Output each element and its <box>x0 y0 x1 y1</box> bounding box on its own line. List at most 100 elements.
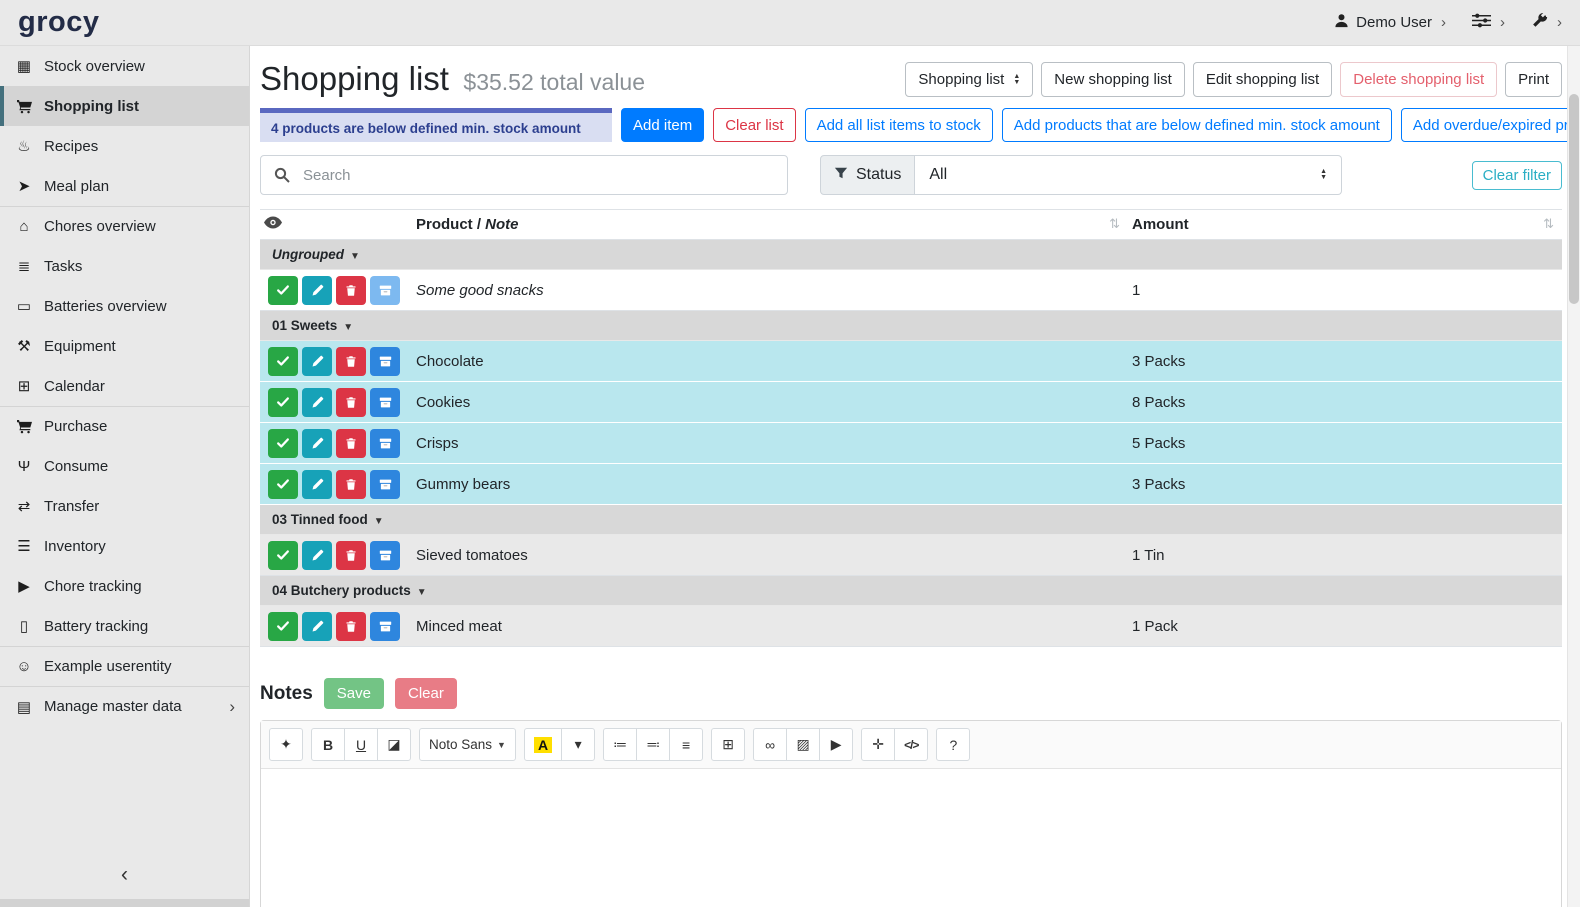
sidebar-item-chore-tracking[interactable]: ▶Chore tracking <box>0 566 249 606</box>
notes-clear-button[interactable]: Clear <box>395 678 457 709</box>
highlight-color-button[interactable]: A <box>524 728 562 761</box>
add-overdue-button[interactable]: Add overdue/expired products <box>1401 108 1580 142</box>
paragraph-align-button[interactable]: ≡ <box>669 728 703 761</box>
delete-button[interactable] <box>336 347 366 376</box>
settings-menu[interactable]: › <box>1472 13 1505 32</box>
done-button[interactable] <box>268 429 298 458</box>
product-group-header[interactable]: 03 Tinned food▼ <box>260 505 1562 535</box>
delete-button[interactable] <box>336 541 366 570</box>
delete-button[interactable] <box>336 612 366 641</box>
delete-button[interactable] <box>336 388 366 417</box>
sidebar-item-stock-overview[interactable]: ▦Stock overview <box>0 46 249 86</box>
edit-button[interactable] <box>302 429 332 458</box>
sidebar-item-calendar[interactable]: ⊞Calendar <box>0 366 249 406</box>
help-button[interactable]: ? <box>936 728 970 761</box>
code-button[interactable]: </> <box>894 728 928 761</box>
sidebar-item-transfer[interactable]: ⇄Transfer <box>0 486 249 526</box>
insert-table-button[interactable]: ⊞ <box>711 728 745 761</box>
notes-save-button[interactable]: Save <box>324 678 384 709</box>
eye-icon <box>264 216 282 233</box>
clear-formatting-button[interactable]: ◪ <box>377 728 411 761</box>
chevron-right-icon: › <box>229 697 235 717</box>
caret-down-icon: ▼ <box>343 322 353 333</box>
sort-icon[interactable]: ⇅ <box>1109 216 1120 232</box>
sidebar-item-recipes[interactable]: ♨Recipes <box>0 126 249 166</box>
add-to-stock-button[interactable] <box>370 276 400 305</box>
clear-list-button[interactable]: Clear list <box>713 108 795 142</box>
sidebar-item-manage-master-data[interactable]: ▤Manage master data› <box>0 686 249 726</box>
product-group-header[interactable]: Ungrouped▼ <box>260 240 1562 270</box>
sidebar-item-consume[interactable]: ΨConsume <box>0 446 249 486</box>
add-to-stock-button[interactable] <box>370 612 400 641</box>
product-group-header[interactable]: 04 Butchery products▼ <box>260 576 1562 606</box>
amount-column-header[interactable]: Amount ⇅ <box>1128 210 1562 240</box>
underline-button[interactable]: U <box>344 728 378 761</box>
delete-shopping-list-button[interactable]: Delete shopping list <box>1340 62 1497 97</box>
sidebar-item-battery-tracking[interactable]: ▯Battery tracking <box>0 606 249 646</box>
done-button[interactable] <box>268 276 298 305</box>
font-name-button[interactable]: Noto Sans▼ <box>419 728 516 761</box>
video-button[interactable]: ▶ <box>819 728 853 761</box>
sidebar-item-meal-plan[interactable]: ➤Meal plan <box>0 166 249 206</box>
product-group-header[interactable]: 01 Sweets▼ <box>260 311 1562 341</box>
product-column-header[interactable]: Product / Note ⇅ <box>412 210 1128 240</box>
add-item-button[interactable]: Add item <box>621 108 704 142</box>
sidebar-item-purchase[interactable]: Purchase <box>0 406 249 446</box>
edit-button[interactable] <box>302 388 332 417</box>
edit-button[interactable] <box>302 276 332 305</box>
sidebar-item-batteries-overview[interactable]: ▭Batteries overview <box>0 286 249 326</box>
add-to-stock-button[interactable] <box>370 347 400 376</box>
sidebar-item-shopping-list[interactable]: Shopping list <box>0 86 249 126</box>
scrollbar-thumb[interactable] <box>1569 94 1579 304</box>
add-to-stock-button[interactable] <box>370 470 400 499</box>
add-to-stock-button[interactable] <box>370 541 400 570</box>
delete-button[interactable] <box>336 276 366 305</box>
sidebar-item-chores-overview[interactable]: ⌂Chores overview <box>0 206 249 246</box>
link-button[interactable]: ∞ <box>753 728 787 761</box>
ordered-list-button[interactable]: ≕ <box>636 728 670 761</box>
new-shopping-list-button[interactable]: New shopping list <box>1041 62 1185 97</box>
unordered-list-button[interactable]: ≔ <box>603 728 637 761</box>
bold-button[interactable]: B <box>311 728 345 761</box>
status-filter-select[interactable]: All ▲▼ <box>915 155 1342 195</box>
done-button[interactable] <box>268 612 298 641</box>
picture-button[interactable]: ▨ <box>786 728 820 761</box>
sidebar: ▦Stock overviewShopping list♨Recipes➤Mea… <box>0 46 250 907</box>
color-caret-button[interactable]: ▾ <box>561 728 595 761</box>
edit-button[interactable] <box>302 541 332 570</box>
search-input[interactable] <box>303 156 787 194</box>
sidebar-item-example-userentity[interactable]: ☺Example userentity <box>0 646 249 686</box>
delete-button[interactable] <box>336 470 366 499</box>
trash-icon <box>345 620 357 633</box>
fullscreen-button[interactable]: ✛ <box>861 728 895 761</box>
done-button[interactable] <box>268 347 298 376</box>
user-menu[interactable]: Demo User › <box>1334 13 1446 32</box>
sidebar-item-equipment[interactable]: ⚒Equipment <box>0 326 249 366</box>
group-name: 04 Butchery products <box>272 583 411 598</box>
edit-shopping-list-button[interactable]: Edit shopping list <box>1193 62 1332 97</box>
done-button[interactable] <box>268 388 298 417</box>
edit-button[interactable] <box>302 612 332 641</box>
add-below-min-stock-button[interactable]: Add products that are below defined min.… <box>1002 108 1392 142</box>
clear-filter-button[interactable]: Clear filter <box>1472 161 1562 190</box>
sidebar-item-tasks[interactable]: ≣Tasks <box>0 246 249 286</box>
admin-menu[interactable]: › <box>1531 12 1562 33</box>
delete-button[interactable] <box>336 429 366 458</box>
add-to-stock-button[interactable] <box>370 388 400 417</box>
sidebar-item-inventory[interactable]: ☰Inventory <box>0 526 249 566</box>
sort-icon[interactable]: ⇅ <box>1543 216 1554 232</box>
add-all-to-stock-button[interactable]: Add all list items to stock <box>805 108 993 142</box>
page-scrollbar[interactable] <box>1567 46 1580 907</box>
shopping-list-select[interactable]: Shopping list ▲▼ <box>905 62 1033 97</box>
notes-editarea[interactable] <box>261 769 1561 907</box>
print-button[interactable]: Print <box>1505 62 1562 97</box>
done-button[interactable] <box>268 541 298 570</box>
edit-button[interactable] <box>302 470 332 499</box>
add-to-stock-button[interactable] <box>370 429 400 458</box>
done-button[interactable] <box>268 470 298 499</box>
visibility-column-header[interactable] <box>260 210 412 240</box>
magic-style-button[interactable]: ✦ <box>269 728 303 761</box>
box-icon <box>379 549 392 562</box>
sidebar-collapse-button[interactable]: ‹ <box>0 851 249 899</box>
edit-button[interactable] <box>302 347 332 376</box>
